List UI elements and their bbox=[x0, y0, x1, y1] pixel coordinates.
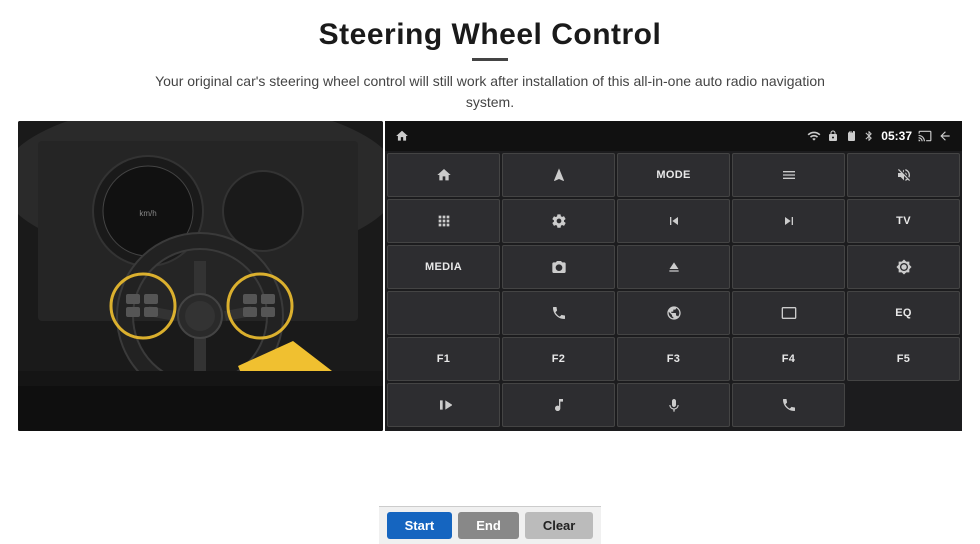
btn-nav[interactable] bbox=[502, 153, 615, 197]
btn-f3[interactable]: F3 bbox=[617, 337, 730, 381]
home-status-icon bbox=[395, 129, 409, 143]
status-time: 05:37 bbox=[881, 129, 912, 143]
lock-icon bbox=[827, 130, 839, 142]
svg-text:km/h: km/h bbox=[139, 209, 156, 218]
end-button[interactable]: End bbox=[458, 512, 519, 539]
sd-icon bbox=[845, 130, 857, 142]
wifi-icon bbox=[807, 129, 821, 143]
bottom-bar: Start End Clear bbox=[379, 506, 602, 544]
btn-next[interactable] bbox=[732, 199, 845, 243]
btn-browse[interactable] bbox=[617, 291, 730, 335]
btn-f2[interactable]: F2 bbox=[502, 337, 615, 381]
btn-phone[interactable] bbox=[502, 291, 615, 335]
btn-dvd[interactable] bbox=[387, 291, 500, 335]
btn-360[interactable] bbox=[502, 245, 615, 289]
btn-home[interactable] bbox=[387, 153, 500, 197]
btn-apps[interactable] bbox=[387, 199, 500, 243]
page-title: Steering Wheel Control bbox=[60, 18, 920, 52]
title-divider bbox=[472, 58, 508, 61]
btn-prev[interactable] bbox=[617, 199, 730, 243]
steering-wheel-image: km/h bbox=[18, 121, 383, 431]
start-button[interactable]: Start bbox=[387, 512, 453, 539]
bluetooth-icon bbox=[863, 130, 875, 142]
btn-brightness[interactable] bbox=[847, 245, 960, 289]
btn-empty1 bbox=[847, 383, 960, 427]
btn-radio[interactable] bbox=[732, 245, 845, 289]
btn-mic[interactable] bbox=[617, 383, 730, 427]
btn-callend[interactable] bbox=[732, 383, 845, 427]
button-grid: MODE TV bbox=[385, 151, 962, 431]
btn-f1[interactable]: F1 bbox=[387, 337, 500, 381]
btn-mode[interactable]: MODE bbox=[617, 153, 730, 197]
car-image-section: km/h bbox=[18, 121, 383, 431]
btn-media[interactable]: MEDIA bbox=[387, 245, 500, 289]
head-unit-section: 05:37 bbox=[385, 121, 962, 431]
content-area: km/h bbox=[0, 121, 980, 506]
subtitle-text: Your original car's steering wheel contr… bbox=[140, 71, 840, 113]
btn-tv[interactable]: TV bbox=[847, 199, 960, 243]
btn-f5[interactable]: F5 bbox=[847, 337, 960, 381]
btn-list[interactable] bbox=[732, 153, 845, 197]
status-bar: 05:37 bbox=[385, 121, 962, 151]
btn-music[interactable] bbox=[502, 383, 615, 427]
btn-f4[interactable]: F4 bbox=[732, 337, 845, 381]
clear-button[interactable]: Clear bbox=[525, 512, 594, 539]
cast-icon bbox=[918, 129, 932, 143]
status-right: 05:37 bbox=[807, 129, 952, 143]
btn-playpause[interactable] bbox=[387, 383, 500, 427]
btn-mute[interactable] bbox=[847, 153, 960, 197]
back-icon bbox=[938, 129, 952, 143]
status-left bbox=[395, 129, 409, 143]
page-container: Steering Wheel Control Your original car… bbox=[0, 0, 980, 544]
header-section: Steering Wheel Control Your original car… bbox=[0, 0, 980, 121]
btn-eject[interactable] bbox=[617, 245, 730, 289]
btn-eq[interactable]: EQ bbox=[847, 291, 960, 335]
btn-settings[interactable] bbox=[502, 199, 615, 243]
btn-screen[interactable] bbox=[732, 291, 845, 335]
